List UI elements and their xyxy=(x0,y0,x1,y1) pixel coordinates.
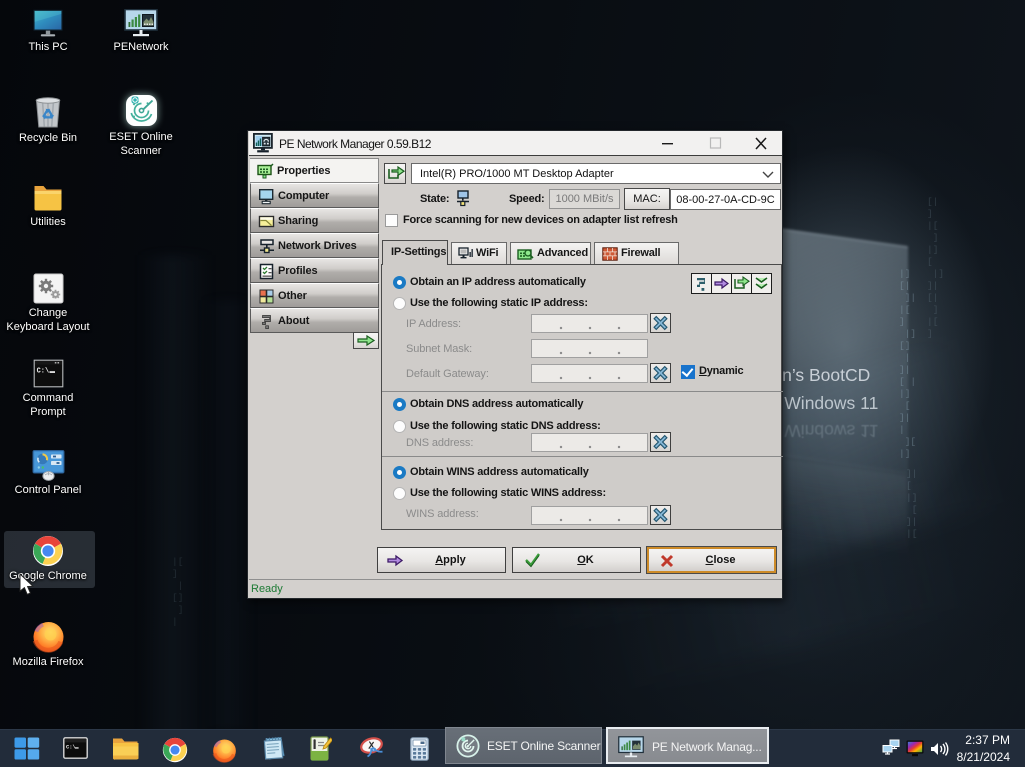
svg-text:C:\: C:\ xyxy=(66,745,76,751)
svg-text:C:\: C:\ xyxy=(36,368,49,376)
